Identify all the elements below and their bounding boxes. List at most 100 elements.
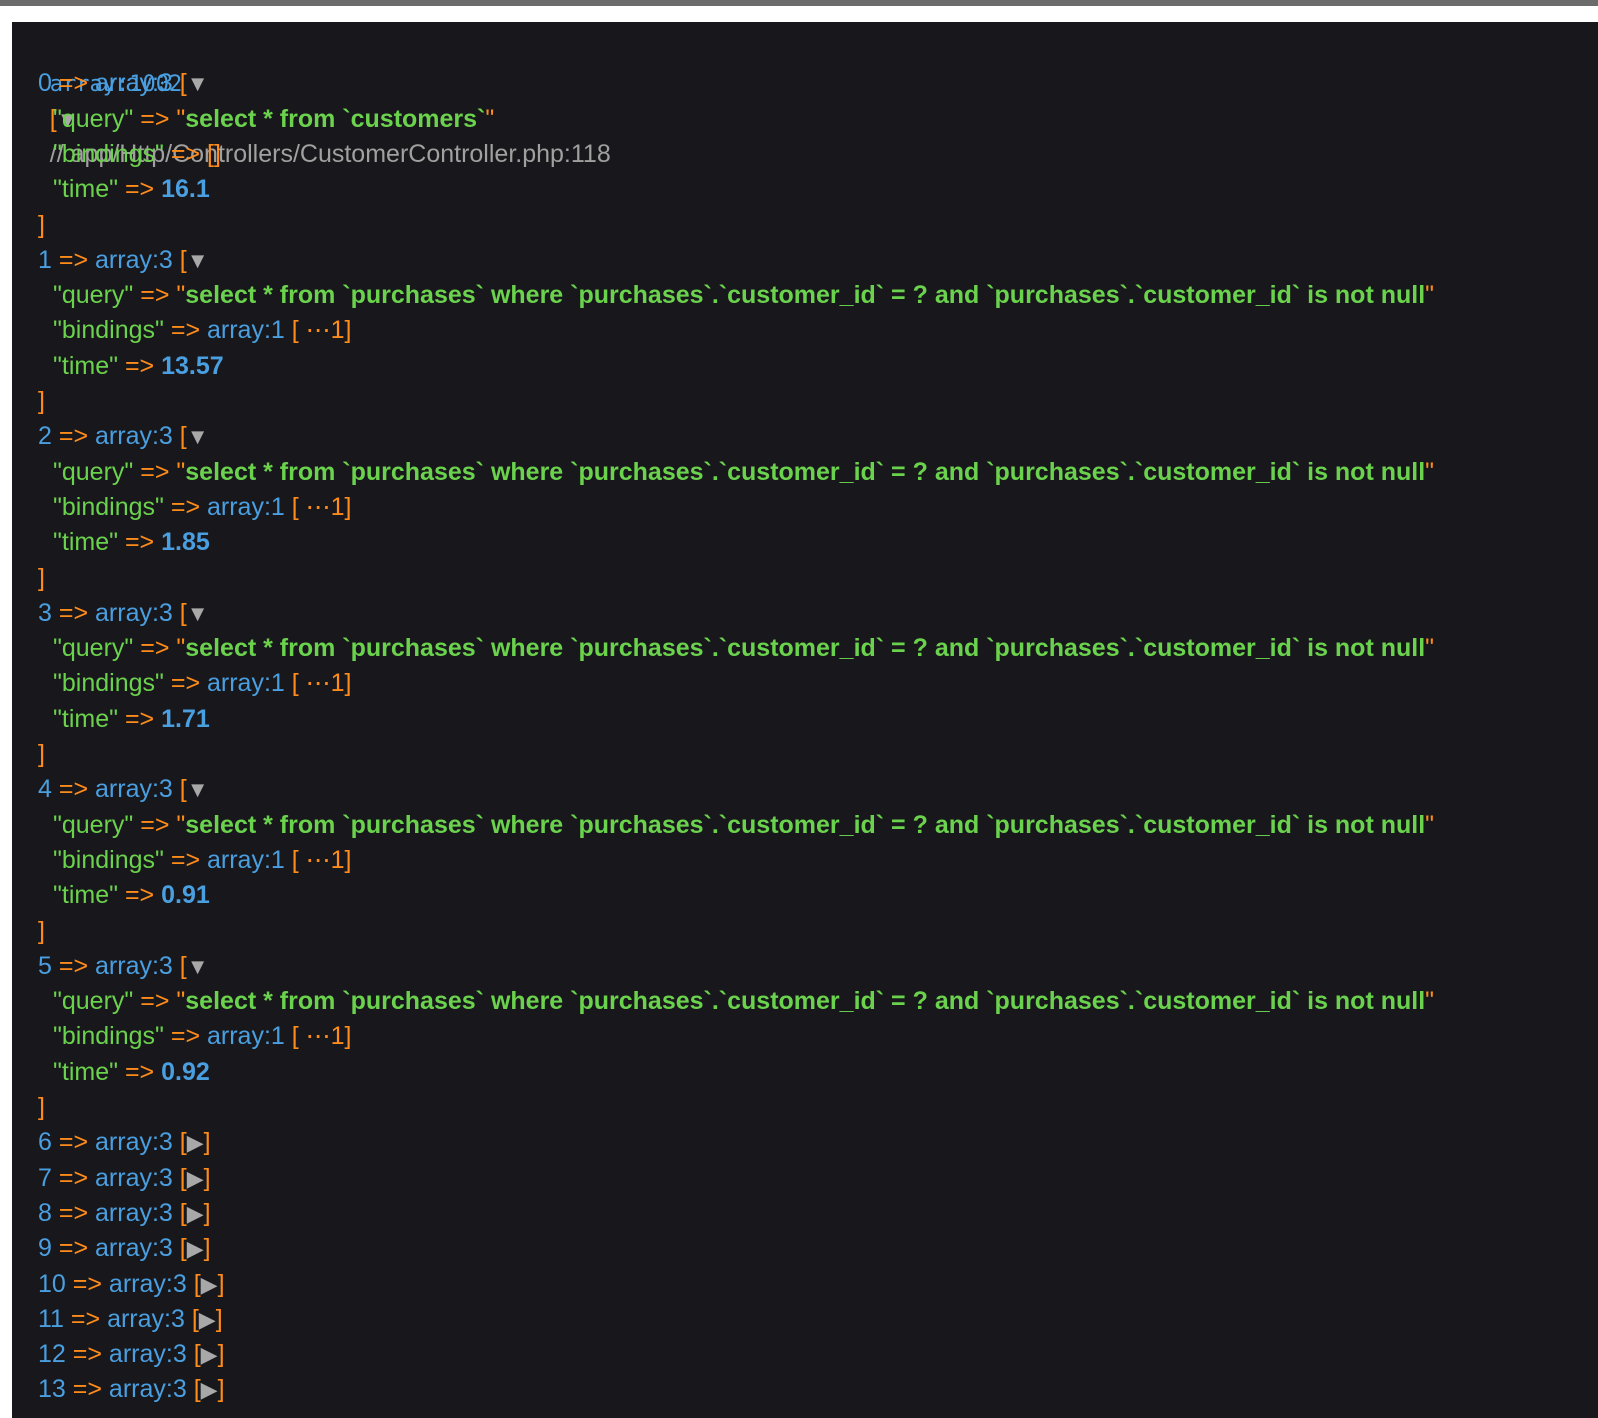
quote: " [176,810,186,839]
query-value: select * from `customers` [185,104,486,133]
bindings-row: "bindings" => array:1 [ ⋯1] [53,313,352,348]
bindings-collapsed[interactable]: [ ⋯1] [292,846,352,874]
quote: " [1425,281,1435,310]
open-bracket: [ [179,598,187,627]
null [285,493,292,521]
expand-toggle-icon[interactable]: ▶ [187,1130,204,1155]
quote: " [485,104,495,133]
null [164,846,171,874]
collapse-toggle-icon[interactable]: ▼ [187,777,209,802]
item-type: array:3 [95,775,173,804]
null [118,881,125,909]
key-query: "query" [53,987,134,1016]
collapse-toggle-icon[interactable]: ▼ [187,954,209,979]
item-type: array:3 [108,1340,187,1369]
expand-toggle-icon[interactable]: ▶ [187,1166,204,1191]
collapsed-array-item[interactable]: 9 => array:3 [▶] [38,1231,211,1266]
arrow: => [140,634,170,663]
null [52,1199,59,1227]
bindings-collapsed[interactable]: [ ⋯1] [292,669,352,697]
arrow: => [170,1022,201,1051]
key-query: "query" [53,457,134,486]
key-bindings: "bindings" [53,139,164,168]
bindings-row: "bindings" => array:1 [ ⋯1] [53,843,352,878]
collapse-toggle-icon[interactable]: ▼ [187,71,209,96]
close-bracket: ] [38,563,45,592]
item-index: 0 [38,69,52,98]
collapsed-array-item[interactable]: 12 => array:3 [▶] [38,1337,225,1372]
expand-toggle-icon[interactable]: ▶ [201,1377,218,1402]
null [88,775,95,803]
null [285,316,292,344]
null [200,669,207,697]
item-type: array:3 [95,69,173,98]
expand-toggle-icon[interactable]: ▶ [187,1201,204,1226]
item-type: array:3 [95,1234,173,1263]
null [88,422,95,450]
dump-panel: array:1002 [▼ // app/Http/Controllers/Cu… [12,22,1598,1418]
arrow: => [72,1269,102,1298]
key-time: "time" [53,175,118,204]
collapsed-array-item[interactable]: 11 => array:3 [▶] [38,1302,223,1337]
query-row: "query" => "select * from `purchases` wh… [53,278,1434,313]
key-bindings: "bindings" [53,669,164,698]
close-bracket-row: ] [38,1090,45,1125]
collapse-toggle-icon[interactable]: ▼ [187,601,209,626]
query-value: select * from `purchases` where `purchas… [185,281,1426,310]
item-type: array:3 [95,422,173,451]
expand-toggle-icon[interactable]: ▶ [199,1307,216,1332]
open-bracket: [ [179,69,187,98]
null [118,705,125,733]
expand-toggle-icon[interactable]: ▶ [187,1236,204,1261]
arrow: => [140,457,170,486]
null [164,1022,171,1050]
array-item-header: 0 => array:3 [▼ [38,66,209,101]
null [164,493,171,521]
close-bracket: ] [38,210,45,239]
expand-toggle-icon[interactable]: ▶ [201,1342,218,1367]
query-value: select * from `purchases` where `purchas… [185,810,1426,839]
null [118,352,125,380]
null [187,1375,194,1403]
bindings-row: "bindings" => array:1 [ ⋯1] [53,490,352,525]
null [66,1340,73,1368]
arrow: => [58,775,89,804]
null [187,1340,194,1368]
arrow: => [58,598,89,627]
collapse-toggle-icon[interactable]: ▼ [187,248,209,273]
quote: " [176,457,186,486]
item-index: 4 [38,775,52,804]
time-row: "time" => 0.91 [53,878,210,913]
key-time: "time" [53,881,118,910]
array-item-header: 4 => array:3 [▼ [38,772,209,807]
time-value: 1.71 [161,704,210,733]
null [285,1022,292,1050]
bindings-type: array:1 [207,316,285,345]
null [285,846,292,874]
collapsed-array-item[interactable]: 10 => array:3 [▶] [38,1267,225,1302]
collapsed-array-item[interactable]: 8 => array:3 [▶] [38,1196,211,1231]
expand-toggle-icon[interactable]: ▶ [201,1272,218,1297]
bindings-collapsed[interactable]: [ ⋯1] [292,493,352,521]
bindings-row: "bindings" => array:1 [ ⋯1] [53,1019,352,1054]
query-row: "query" => "select * from `purchases` wh… [53,455,1434,490]
close-bracket-row: ] [38,737,45,772]
null [173,246,180,274]
collapsed-array-item[interactable]: 7 => array:3 [▶] [38,1161,211,1196]
collapsed-array-item[interactable]: 6 => array:3 [▶] [38,1125,211,1160]
collapse-toggle-icon[interactable]: ▼ [187,424,209,449]
open-bracket: [ [179,1163,187,1192]
null [102,1270,109,1298]
query-row: "query" => "select * from `purchases` wh… [53,808,1434,843]
bindings-collapsed[interactable]: [ ⋯1] [292,316,352,344]
collapsed-array-item[interactable]: 13 => array:3 [▶] [38,1372,225,1407]
arrow: => [140,987,170,1016]
arrow: => [170,845,201,874]
bindings-collapsed[interactable]: [ ⋯1] [292,1022,352,1050]
null [52,1234,59,1262]
item-index: 13 [38,1375,66,1404]
